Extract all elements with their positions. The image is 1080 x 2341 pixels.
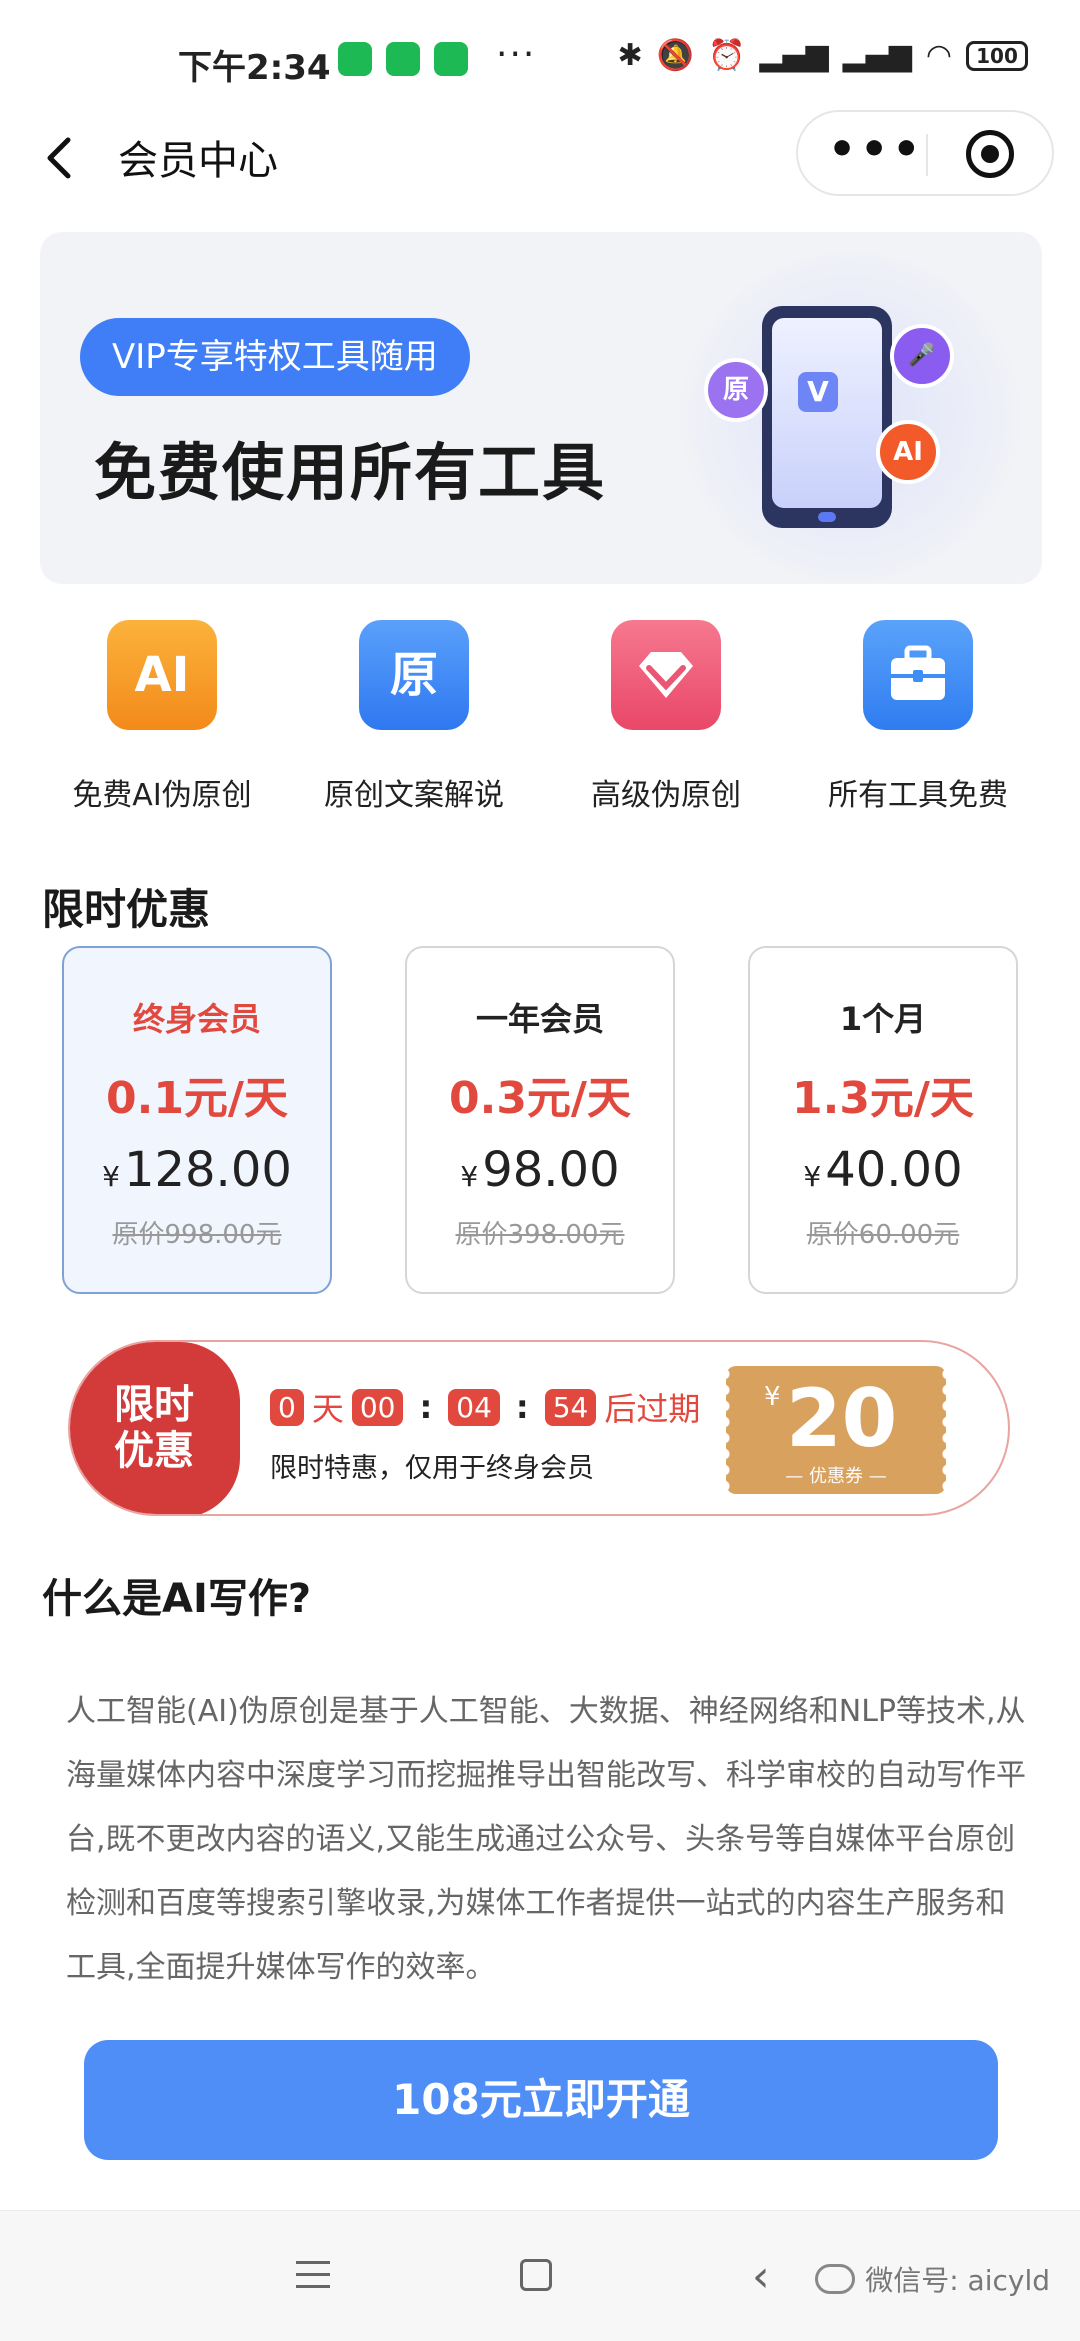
- alarm-icon: ⏰: [708, 38, 746, 73]
- plan-name: 一年会员: [475, 1000, 604, 1038]
- plan-price: ¥40.00: [803, 1142, 963, 1198]
- mic-bubble-icon: 🎤: [890, 324, 954, 388]
- countdown-days-unit: 天: [311, 1390, 344, 1428]
- bluetooth-icon: ✱: [617, 38, 643, 73]
- vip-banner: VIP专享特权工具随用 免费使用所有工具 V 原 🎤 AI: [40, 232, 1042, 584]
- more-dots-icon[interactable]: •••: [828, 124, 924, 175]
- mini-program-capsule: •••: [796, 110, 1054, 196]
- plan-original-price: 原价60.00元: [806, 1220, 960, 1250]
- phone-logo: V: [798, 372, 838, 412]
- feature-label: 免费AI伪原创: [72, 778, 252, 813]
- wechat-icon: [386, 42, 420, 76]
- plan-price: ¥98.00: [460, 1142, 620, 1198]
- plan-original-price: 原价398.00元: [455, 1220, 625, 1250]
- limited-offer-strip: 限时 优惠 0 天 00 : 04 : 54 后过期 限时特惠，仅用于终身会员 …: [68, 1340, 1010, 1516]
- ai-icon: AI: [107, 620, 217, 730]
- plan-daily-price: 1.3元/天: [791, 1073, 974, 1124]
- coupon-amount: 20: [786, 1372, 898, 1465]
- wechat-watermark-icon: [815, 2264, 856, 2294]
- plan-original-price: 原价998.00元: [112, 1220, 282, 1250]
- feature-label: 高级伪原创: [591, 778, 741, 813]
- banner-title: 免费使用所有工具: [94, 436, 607, 509]
- original-icon: 原: [359, 620, 469, 730]
- signal-hd-icon: ▂▄▆: [759, 38, 829, 73]
- shield-app-icon: [434, 42, 468, 76]
- countdown-suffix: 后过期: [604, 1390, 701, 1428]
- plan-daily-price: 0.3元/天: [448, 1073, 631, 1124]
- countdown-days: 0: [270, 1388, 304, 1426]
- home-icon[interactable]: [520, 2259, 552, 2291]
- about-text: 人工智能(AI)伪原创是基于人工智能、大数据、神经网络和NLP等技术,从海量媒体…: [66, 1694, 1026, 1985]
- feature-original-copy[interactable]: 原 原创文案解说: [304, 620, 524, 814]
- capsule-divider: [926, 134, 928, 176]
- feature-advanced-rewrite[interactable]: 高级伪原创: [556, 620, 776, 814]
- status-bar: 下午2:34 ··· ✱ 🔕 ⏰ ▂▄▆ ▂▄▆ ◠ 100: [0, 0, 1080, 120]
- yuan-bubble-icon: 原: [704, 358, 768, 422]
- vip-pill: VIP专享特权工具随用: [80, 318, 470, 396]
- feature-ai-rewrite[interactable]: AI 免费AI伪原创: [52, 620, 272, 814]
- plan-daily-price: 0.1元/天: [105, 1073, 288, 1124]
- plan-name: 1个月: [839, 1000, 927, 1038]
- feature-label: 原创文案解说: [324, 778, 504, 813]
- battery-icon: 100: [966, 40, 1028, 71]
- wifi-icon: ◠: [925, 38, 952, 73]
- diamond-icon: [611, 620, 721, 730]
- mute-icon: 🔕: [656, 38, 695, 73]
- status-more: ···: [496, 34, 537, 75]
- page-title: 会员中心: [118, 138, 278, 184]
- page-header: 会员中心 •••: [0, 110, 1080, 200]
- feature-row: AI 免费AI伪原创 原 原创文案解说 高级伪原创 所有工具免费: [0, 620, 1080, 840]
- back-nav-icon[interactable]: ‹: [752, 2251, 770, 2302]
- target-icon[interactable]: [966, 130, 1014, 178]
- activate-button[interactable]: 108元立即开通: [84, 2040, 998, 2160]
- system-nav-bar: ‹ 微信号: aicyld: [0, 2210, 1080, 2341]
- about-title: 什么是AI写作?: [42, 1576, 312, 1622]
- phone-illustration: V: [762, 306, 892, 528]
- plan-name: 终身会员: [132, 1000, 261, 1038]
- status-time: 下午2:34: [178, 48, 331, 88]
- plan-card-lifetime[interactable]: 终身会员 0.1元/天 ¥128.00 原价998.00元: [62, 946, 332, 1294]
- countdown-hours: 00: [351, 1388, 404, 1426]
- coupon-ticket[interactable]: ¥ 20 — 优惠券 —: [724, 1366, 946, 1494]
- toolbox-icon: [863, 620, 973, 730]
- ai-bubble-icon: AI: [876, 420, 940, 484]
- countdown-timer: 0 天 00 : 04 : 54 后过期: [270, 1384, 700, 1430]
- menu-icon[interactable]: [296, 2261, 330, 2291]
- watermark: 微信号: aicyld: [815, 2259, 1050, 2299]
- plan-card-year[interactable]: 一年会员 0.3元/天 ¥98.00 原价398.00元: [405, 946, 675, 1294]
- countdown-minutes: 04: [448, 1388, 500, 1426]
- coupon-label: — 优惠券 —: [785, 1466, 887, 1487]
- chevron-left-icon: [47, 137, 71, 179]
- wechat-icon: [338, 42, 372, 76]
- feature-label: 所有工具免费: [828, 778, 1008, 813]
- offer-note: 限时特惠，仅用于终身会员: [270, 1453, 594, 1484]
- offers-title: 限时优惠: [42, 885, 211, 934]
- status-right: ✱ 🔕 ⏰ ▂▄▆ ▂▄▆ ◠ 100: [618, 38, 1028, 73]
- limited-offer-badge: 限时 优惠: [70, 1342, 240, 1514]
- signal-hd-icon: ▂▄▆: [842, 38, 912, 73]
- feature-all-tools-free[interactable]: 所有工具免费: [808, 620, 1028, 814]
- plan-price: ¥128.00: [102, 1142, 292, 1198]
- countdown-seconds: 54: [544, 1388, 597, 1426]
- plan-card-month[interactable]: 1个月 1.3元/天 ¥40.00 原价60.00元: [748, 946, 1018, 1294]
- back-button[interactable]: [40, 128, 90, 188]
